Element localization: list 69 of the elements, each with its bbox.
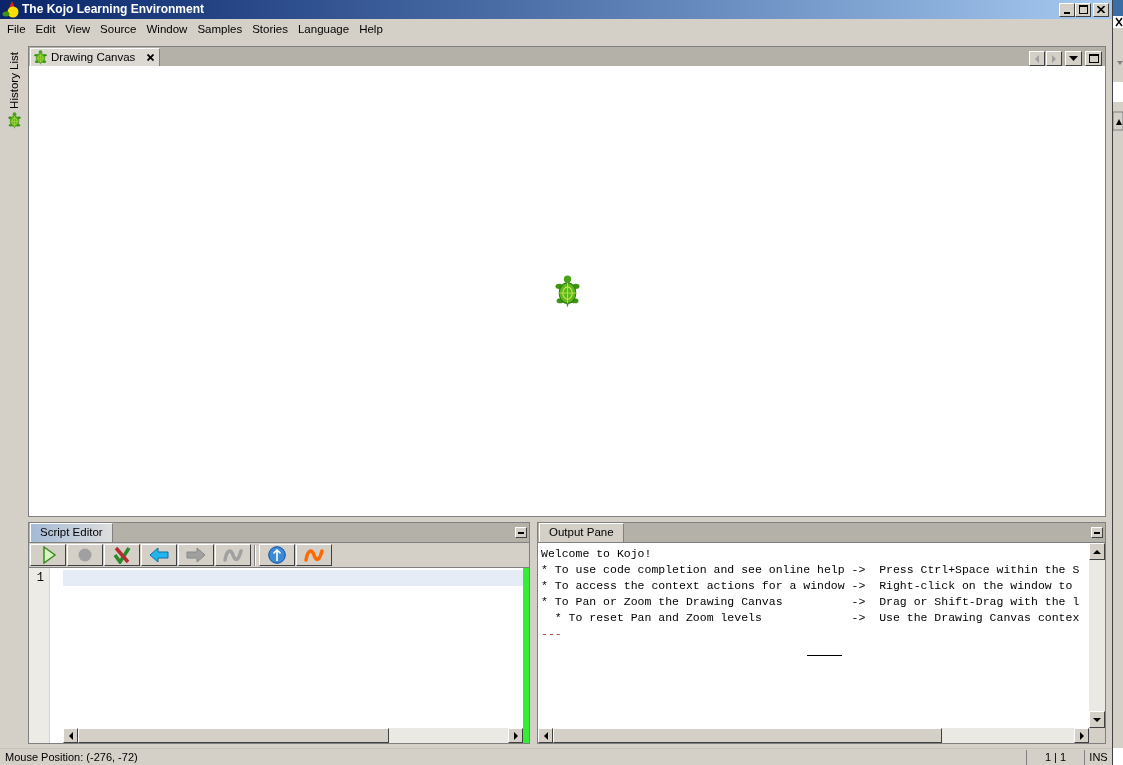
down-triangle-icon — [1093, 715, 1101, 724]
menu-item[interactable]: Window — [141, 19, 193, 39]
turtle-icon — [7, 111, 21, 129]
minimize-icon — [1064, 11, 1070, 14]
menu-item[interactable]: Language — [292, 19, 355, 39]
right-arrow-icon — [186, 546, 206, 564]
underline-mark — [807, 655, 842, 656]
left-arrow-icon — [149, 546, 169, 564]
toolbar-button[interactable] — [104, 544, 140, 566]
check-cross-icon — [112, 546, 132, 564]
scroll-down-button[interactable] — [1089, 711, 1105, 728]
scroll-right-button[interactable] — [508, 728, 523, 743]
minimize-button[interactable] — [1059, 2, 1075, 17]
pane-tab[interactable]: Output Pane — [539, 523, 624, 542]
toolbar-button[interactable] — [296, 544, 332, 566]
status-text: 1 | 1 — [1026, 749, 1084, 765]
scroll-up-button[interactable] — [1089, 543, 1105, 560]
output-line: Welcome to Kojo! — [541, 546, 652, 562]
output-line: * To reset Pan and Zoom levels -> Use the Drawing Canvas contex — [553, 610, 1080, 626]
menu-item[interactable]: Help — [354, 19, 388, 39]
minimize-icon — [518, 531, 524, 534]
window-title: The Kojo Learning Environment — [22, 1, 204, 18]
menu-item[interactable]: File — [2, 19, 31, 39]
scroll-left-button[interactable] — [538, 728, 553, 743]
pane-tab[interactable]: Script Editor — [30, 523, 113, 542]
minimize-pane-button[interactable] — [1091, 527, 1103, 538]
scrollbar-thumb[interactable] — [553, 728, 942, 743]
logo-icon — [2, 1, 20, 18]
minimize-icon — [1094, 531, 1100, 534]
up-arrow-circle-icon — [267, 546, 287, 564]
maximize-button[interactable] — [1075, 2, 1091, 17]
close-icon[interactable] — [147, 54, 155, 61]
scrollbar-thumb[interactable] — [78, 728, 389, 743]
canvas-tab[interactable]: Drawing Canvas — [30, 48, 161, 66]
toolbar-button[interactable] — [259, 544, 295, 566]
status-text: INS — [1084, 749, 1112, 765]
line-number: 1 — [35, 570, 45, 586]
sidebar-tab[interactable]: History List — [7, 52, 21, 109]
up-triangle-icon — [1093, 547, 1101, 556]
tab-list-button[interactable] — [1065, 51, 1082, 66]
right-triangle-icon — [1050, 54, 1058, 63]
menu-item[interactable]: Samples — [192, 19, 248, 39]
turtle-icon — [34, 50, 47, 65]
scroll-right-button[interactable] — [1074, 728, 1089, 743]
status-text: Mouse Position: (-276, -72) — [4, 749, 139, 765]
close-icon — [1097, 6, 1105, 13]
turtle-icon — [554, 274, 580, 308]
toolbar-button[interactable] — [30, 544, 66, 566]
left-triangle-icon — [1033, 54, 1041, 63]
close-button[interactable] — [1093, 2, 1109, 17]
down-triangle-icon — [1069, 56, 1078, 61]
right-triangle-icon — [511, 731, 520, 740]
menu-item[interactable]: View — [60, 19, 96, 39]
maximize-button[interactable] — [1085, 51, 1102, 66]
squiggle-icon — [304, 546, 324, 564]
menu-item[interactable]: Source — [95, 19, 142, 39]
maximize-icon — [1088, 54, 1099, 63]
menu-item[interactable]: Edit — [30, 19, 61, 39]
menu-item[interactable]: Stories — [247, 19, 293, 39]
squiggle-icon — [223, 546, 243, 564]
output-line: * To Pan or Zoom the Drawing Canvas -> Drag or Shift-Drag with the l — [541, 594, 1080, 610]
minimize-pane-button[interactable] — [515, 527, 527, 538]
output-line: * To access the context actions for a window -> Right-click on the window to — [541, 578, 1073, 594]
right-triangle-icon — [1077, 731, 1086, 740]
output-line: * To use code completion and see online help -> Press Ctrl+Space within the S — [541, 562, 1080, 578]
maximize-icon — [1078, 5, 1088, 14]
toolbar-button[interactable] — [141, 544, 177, 566]
output-line: --- — [541, 626, 562, 642]
scroll-left-button[interactable] — [63, 728, 78, 743]
